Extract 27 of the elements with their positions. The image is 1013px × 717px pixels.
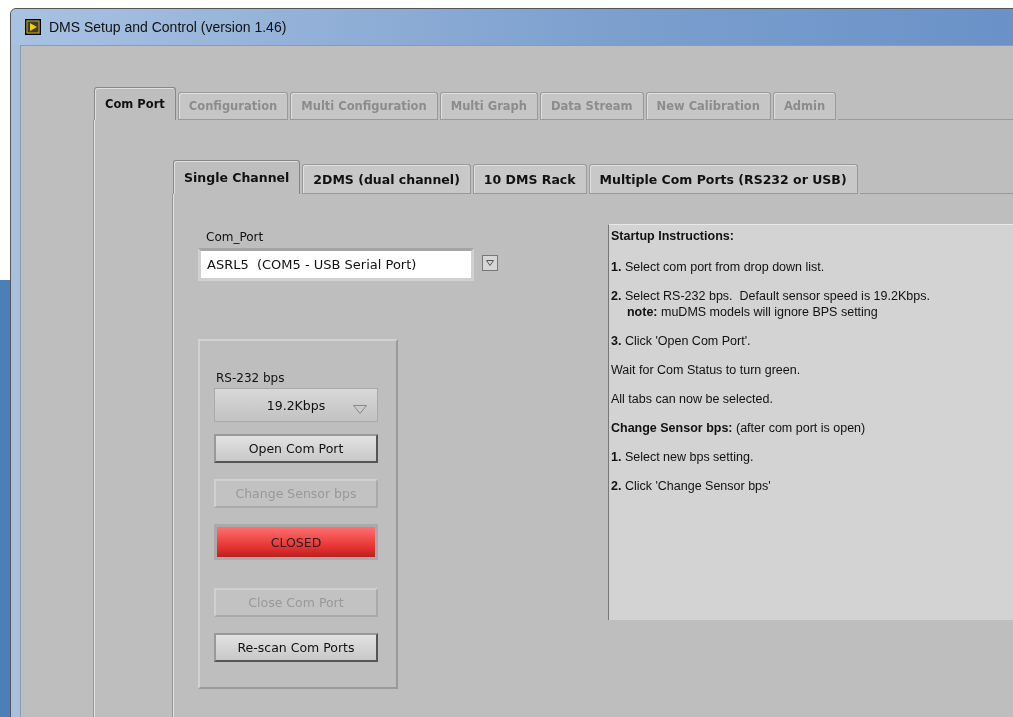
instructions-heading: Startup Instructions: (610, 229, 735, 243)
field-label: RS-232 bps (216, 371, 285, 385)
bps-dropdown[interactable]: 19.2Kbps (214, 388, 378, 422)
instruction-text: Wait for Com Status to turn green. (610, 363, 802, 377)
command-button[interactable]: Open Com Port (214, 434, 378, 463)
status-indicator: CLOSED (214, 524, 378, 560)
instruction-text: All tabs can now be selected. (610, 392, 774, 406)
tab[interactable]: Com Port (94, 87, 176, 120)
instruction-text: 1. Select new bps setting. (610, 450, 755, 464)
instruction-text: 2. Click 'Change Sensor bps' (610, 479, 772, 493)
caret-icon (486, 260, 494, 266)
instruction-text: 3. Click 'Open Com Port'. (610, 334, 752, 348)
instruction-note: note: muDMS models will ignore BPS setting (625, 305, 879, 319)
com-port-field[interactable]: ASRL5 (COM5 - USB Serial Port) (198, 248, 474, 281)
play-icon (25, 19, 41, 35)
tab[interactable]: Multiple Com Ports (RS232 or USB) (588, 164, 858, 194)
dropdown-button[interactable] (482, 255, 498, 271)
tab[interactable]: 2DMS (dual channel) (302, 164, 471, 194)
command-button[interactable]: Re-scan Com Ports (214, 633, 378, 662)
instruction-text: 1. Select com port from drop down list. (610, 260, 826, 274)
tab[interactable]: 10 DMS Rack (472, 164, 587, 194)
field-label: Com_Port (206, 230, 265, 244)
instruction-text: 2. Select RS-232 bps. Default sensor speed is 19.2Kbps. (610, 289, 931, 303)
window-title: DMS Setup and Control (version 1.46) (49, 19, 287, 35)
tab[interactable]: Single Channel (173, 160, 301, 194)
caret-icon (353, 405, 367, 414)
instruction-text: Change Sensor bps: (after com port is open) (610, 421, 867, 435)
